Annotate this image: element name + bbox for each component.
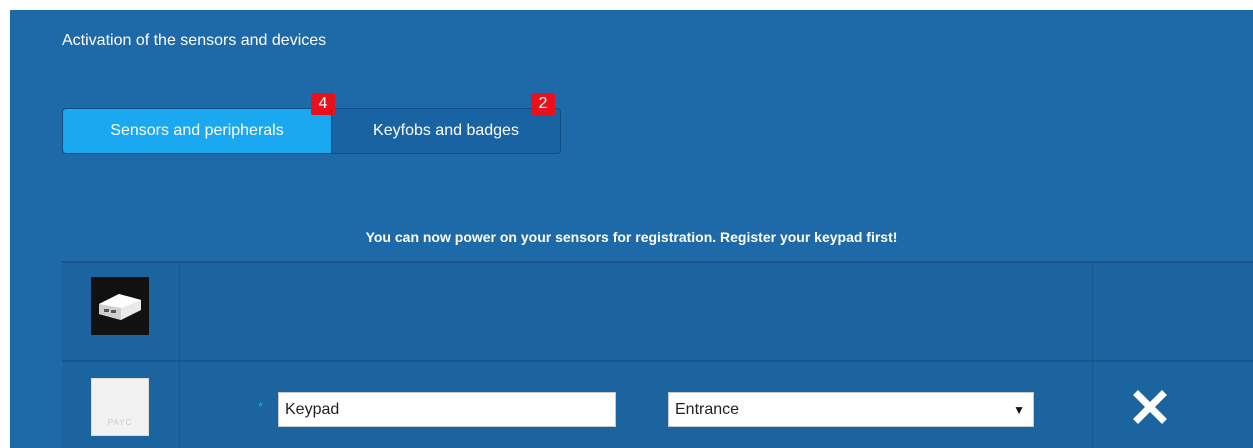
dropdown-arrow-icon: ▼: [1013, 402, 1025, 417]
location-select[interactable]: Entrance ▼: [668, 392, 1034, 427]
activation-panel: Activation of the sensors and devices Se…: [10, 10, 1253, 448]
column-divider: [179, 263, 180, 360]
device-table: PAYC * Entrance ▼: [62, 261, 1253, 448]
location-select-value: Entrance: [675, 400, 740, 418]
keypad-icon: PAYC: [91, 378, 149, 436]
column-divider: [1092, 362, 1093, 448]
tab-label: Keyfobs and badges: [373, 122, 519, 139]
device-box-icon: [91, 277, 149, 335]
device-row: [62, 261, 1253, 360]
tab-sensors-and-peripherals[interactable]: Sensors and peripherals 4: [63, 93, 335, 153]
page-title: Activation of the sensors and devices: [62, 32, 327, 49]
tab-keyfobs-and-badges[interactable]: Keyfobs and badges 2: [331, 93, 560, 153]
device-row: PAYC * Entrance ▼: [62, 360, 1253, 448]
device-name-input[interactable]: [278, 392, 616, 427]
column-divider: [179, 362, 180, 448]
required-marker: *: [258, 399, 264, 414]
keypad-logo-text: PAYC: [107, 418, 133, 427]
close-icon: [1133, 390, 1167, 424]
instruction-message: You can now power on your sensors for re…: [365, 229, 898, 245]
tab-label: Sensors and peripherals: [110, 122, 284, 139]
device-tabs: Sensors and peripherals 4 Keyfobs and ba…: [62, 93, 561, 154]
column-divider: [1092, 263, 1093, 360]
delete-device-button[interactable]: [1130, 387, 1170, 427]
count-badge: 2: [531, 93, 555, 115]
